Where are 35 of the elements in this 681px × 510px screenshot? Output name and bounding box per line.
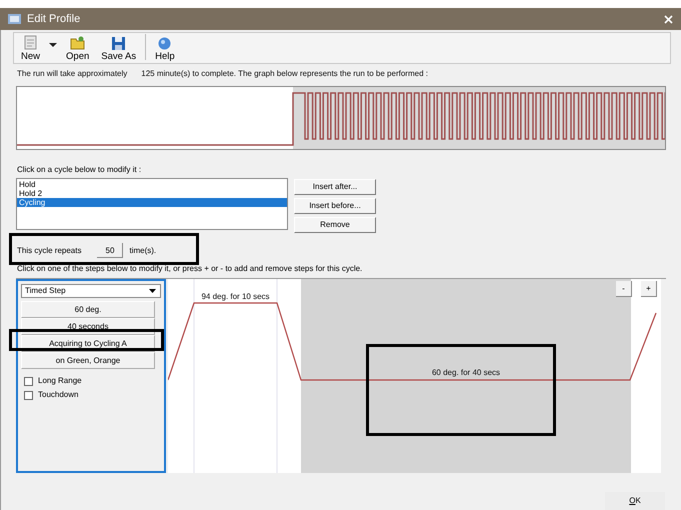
step-label[interactable]: 60 deg. for 40 secs bbox=[432, 368, 500, 377]
step-type-dropdown[interactable]: Timed Step bbox=[21, 284, 161, 298]
step-setting-button[interactable]: on Green, Orange bbox=[21, 352, 155, 369]
cycle-item[interactable]: Cycling bbox=[17, 198, 287, 207]
step-setting-button[interactable]: 60 deg. bbox=[21, 301, 155, 318]
cycle-item[interactable]: Hold 2 bbox=[17, 189, 287, 198]
cycle-action-button[interactable]: Insert after... bbox=[294, 179, 376, 195]
new-button[interactable]: New bbox=[18, 35, 44, 62]
save-button[interactable]: Save As bbox=[98, 35, 140, 62]
cycle-item[interactable]: Hold bbox=[17, 180, 287, 189]
step-label[interactable]: 94 deg. for 10 secs bbox=[201, 292, 270, 301]
dropdown-caret-icon[interactable] bbox=[49, 43, 58, 48]
option-checkbox[interactable]: Touchdown bbox=[24, 389, 78, 401]
repeat-label: This cycle repeats bbox=[17, 244, 82, 256]
step-count-button[interactable]: + bbox=[641, 281, 657, 297]
run-duration-text: 125 minute(s) to complete. The graph below represents the run to be performed : bbox=[141, 68, 428, 80]
app-icon bbox=[8, 13, 21, 25]
steps-label: Click on one of the steps below to modify it, or press + or - to add and remove steps for this cycle. bbox=[17, 263, 362, 275]
run-duration-label: The run will take approximately bbox=[17, 68, 128, 80]
repeat-unit: time(s). bbox=[129, 244, 156, 256]
close-icon[interactable] bbox=[664, 14, 673, 24]
help-button[interactable]: Help bbox=[152, 35, 178, 62]
dropdown-caret-icon bbox=[148, 287, 157, 295]
step-count-button[interactable]: - bbox=[616, 281, 632, 297]
window-title: Edit Profile bbox=[27, 12, 80, 27]
open-button[interactable]: Open bbox=[63, 35, 92, 62]
help-icon bbox=[156, 35, 174, 51]
repeat-count-field[interactable]: 50 bbox=[97, 243, 124, 258]
new-document-icon bbox=[22, 35, 39, 51]
ok-button[interactable]: OK bbox=[605, 492, 665, 510]
folder-icon bbox=[69, 35, 86, 51]
cycles-label: Click on a cycle below to modify it : bbox=[17, 164, 142, 176]
cycle-action-button[interactable]: Remove bbox=[294, 217, 376, 233]
option-checkbox[interactable]: Long Range bbox=[24, 375, 82, 387]
cycle-action-button[interactable]: Insert before... bbox=[294, 198, 376, 214]
